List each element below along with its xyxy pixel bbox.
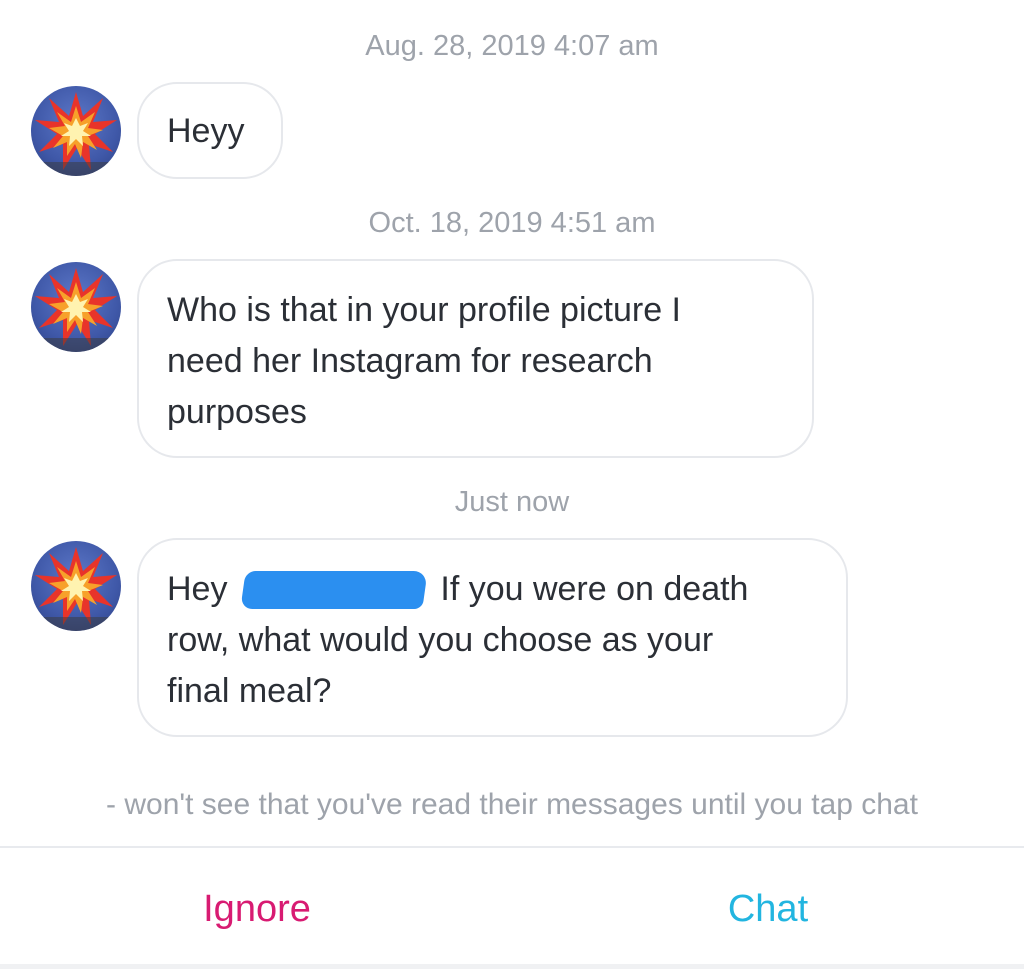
message-timestamp: Just now (454, 486, 570, 518)
sender-avatar[interactable] (31, 541, 121, 631)
collision-burst-icon (31, 547, 121, 631)
collision-burst-icon (31, 268, 121, 352)
collision-burst-icon (31, 92, 121, 176)
message-request-screen: Aug. 28, 2019 4:07 am Heyy Oct. 18, 2019… (0, 0, 1024, 969)
divider (0, 846, 1024, 848)
message-bubble: Who is that in your profile picture I ne… (137, 259, 814, 458)
message-text: Heyy (167, 112, 245, 150)
message-bubble: Heyy (137, 82, 283, 179)
redacted-name (240, 571, 428, 609)
message-timestamp: Oct. 18, 2019 4:51 am (368, 207, 656, 239)
chat-button[interactable]: Chat (668, 886, 868, 932)
bottom-edge (0, 964, 1024, 969)
read-receipt-notice: - won't see that you've read their messa… (106, 788, 918, 821)
sender-avatar[interactable] (31, 86, 121, 176)
message-text-start: Hey (167, 570, 237, 608)
message-text: Who is that in your profile picture I ne… (167, 291, 682, 431)
sender-avatar[interactable] (31, 262, 121, 352)
message-bubble: Hey If you were on death row, what would… (137, 538, 848, 737)
message-timestamp: Aug. 28, 2019 4:07 am (365, 30, 659, 62)
ignore-button[interactable]: Ignore (157, 886, 357, 932)
